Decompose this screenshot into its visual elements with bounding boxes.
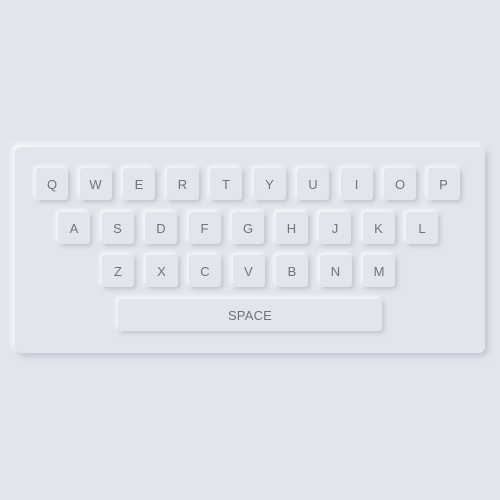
key-l[interactable]: L	[406, 212, 438, 244]
key-r[interactable]: R	[166, 168, 199, 200]
key-h[interactable]: H	[275, 212, 308, 244]
key-s[interactable]: S	[101, 212, 134, 244]
key-y[interactable]: Y	[253, 168, 286, 200]
space-key[interactable]: SPACE	[118, 299, 382, 331]
key-q[interactable]: Q	[36, 168, 68, 200]
keyboard-row-1: Q W E R T Y U I O P	[36, 168, 500, 200]
key-e[interactable]: E	[123, 168, 155, 200]
key-d[interactable]: D	[145, 212, 177, 244]
key-a[interactable]: A	[58, 212, 90, 244]
key-v[interactable]: V	[232, 255, 265, 287]
keyboard-row-3: Z X C V B N M	[102, 255, 500, 287]
key-i[interactable]: I	[340, 168, 373, 200]
keyboard-row-2: A S D F G H J K L	[58, 212, 500, 244]
keyboard: Q W E R T Y U I O P A S D F G H J K L Z …	[15, 147, 485, 353]
key-g[interactable]: G	[232, 212, 264, 244]
keyboard-row-4: SPACE	[118, 299, 500, 331]
key-t[interactable]: T	[210, 168, 242, 200]
key-f[interactable]: F	[188, 212, 221, 244]
key-j[interactable]: J	[319, 212, 351, 244]
key-p[interactable]: P	[427, 168, 460, 200]
key-z[interactable]: Z	[102, 255, 134, 287]
key-w[interactable]: W	[79, 168, 112, 200]
key-c[interactable]: C	[189, 255, 221, 287]
key-n[interactable]: N	[319, 255, 352, 287]
key-m[interactable]: M	[363, 255, 395, 287]
key-o[interactable]: O	[384, 168, 416, 200]
key-k[interactable]: K	[362, 212, 395, 244]
key-u[interactable]: U	[297, 168, 329, 200]
key-x[interactable]: X	[145, 255, 178, 287]
key-b[interactable]: B	[276, 255, 308, 287]
